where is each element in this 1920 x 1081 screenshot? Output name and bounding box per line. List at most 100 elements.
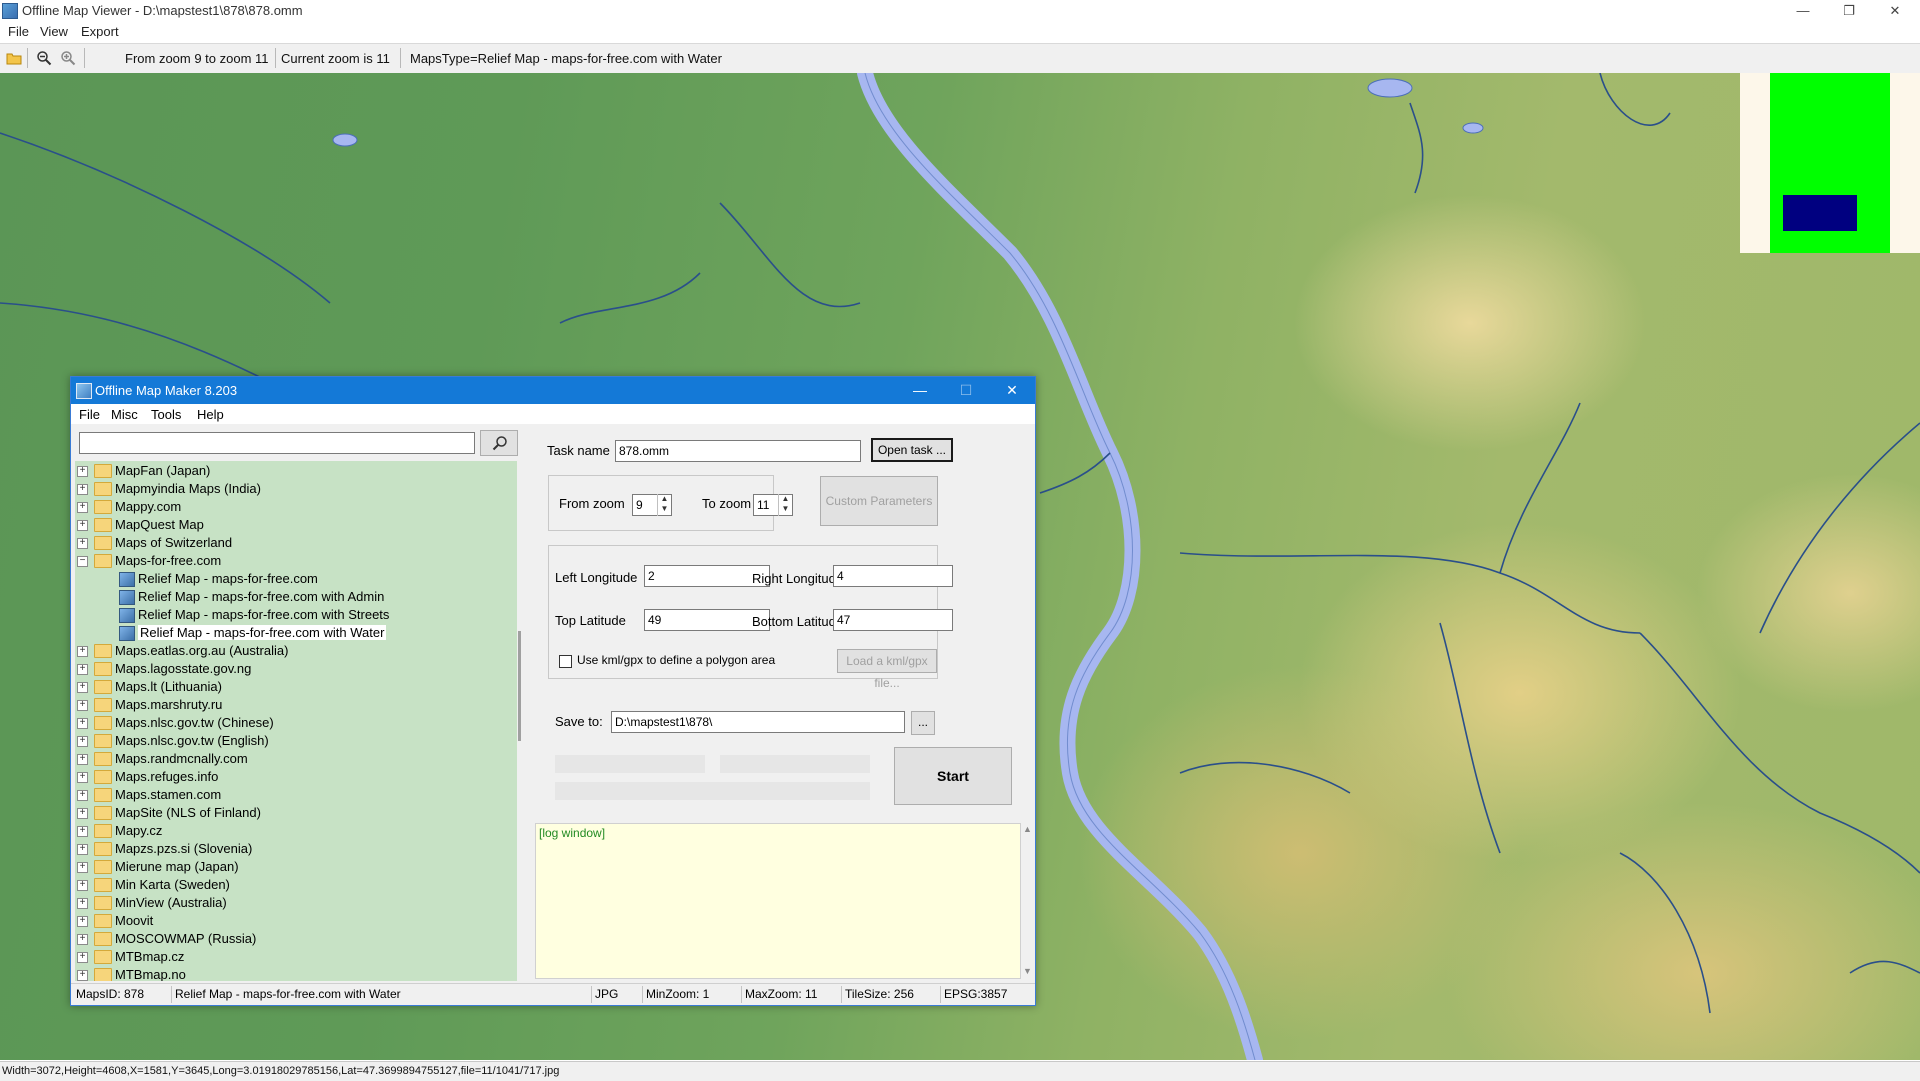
to-zoom-label: To zoom bbox=[702, 496, 752, 511]
tree-item-label: Maps.refuges.info bbox=[115, 769, 219, 784]
zoom-in-icon[interactable] bbox=[60, 50, 76, 66]
dialog-titlebar: Offline Map Maker 8.203 — ☐ ✕ bbox=[71, 377, 1035, 404]
right-longitude-input[interactable]: 4 bbox=[833, 565, 953, 587]
task-name-label: Task name bbox=[547, 443, 610, 458]
dialog-maximize-button[interactable]: ☐ bbox=[943, 377, 989, 404]
overview-minimap[interactable] bbox=[1740, 73, 1920, 253]
expand-icon[interactable]: + bbox=[77, 718, 88, 729]
folder-icon bbox=[94, 860, 112, 874]
expand-icon[interactable]: + bbox=[77, 808, 88, 819]
expand-icon[interactable]: + bbox=[77, 952, 88, 963]
dialog-app-icon bbox=[76, 383, 92, 399]
bottom-latitude-input[interactable]: 47 bbox=[833, 609, 953, 631]
tree-item-label: Maps.marshruty.ru bbox=[115, 697, 223, 712]
tree-item-label: Relief Map - maps-for-free.com with Wate… bbox=[138, 625, 387, 640]
lake bbox=[1367, 78, 1413, 98]
tree-item-label: Maps.nlsc.gov.tw (Chinese) bbox=[115, 715, 274, 730]
log-scrollbar[interactable]: ▲ ▼ bbox=[1021, 823, 1034, 979]
maps-tree[interactable]: + MapFan (Japan) + Mapmyindia Maps (India) +… bbox=[75, 461, 517, 981]
spin-up-icon[interactable]: ▲ bbox=[779, 494, 792, 504]
expand-icon[interactable]: + bbox=[77, 898, 88, 909]
to-zoom-input[interactable]: 11 ▲ ▼ bbox=[753, 494, 793, 516]
expand-icon[interactable]: + bbox=[77, 700, 88, 711]
expand-icon[interactable]: + bbox=[77, 790, 88, 801]
left-longitude-label: Left Longitude bbox=[555, 570, 638, 585]
folder-icon bbox=[94, 716, 112, 730]
expand-icon[interactable]: + bbox=[77, 970, 88, 981]
status-tile-size: TileSize: 256 bbox=[845, 987, 914, 1001]
scroll-down-icon[interactable]: ▼ bbox=[1023, 966, 1032, 976]
expand-icon[interactable]: + bbox=[77, 484, 88, 495]
maximize-button[interactable]: ❐ bbox=[1826, 0, 1872, 22]
folder-icon bbox=[94, 644, 112, 658]
kml-checkbox[interactable] bbox=[559, 655, 572, 668]
folder-icon bbox=[94, 788, 112, 802]
menu-file[interactable]: File bbox=[8, 24, 29, 39]
dialog-title: Offline Map Maker 8.203 bbox=[95, 383, 238, 398]
browse-button[interactable]: ... bbox=[911, 711, 935, 735]
expand-icon[interactable]: + bbox=[77, 880, 88, 891]
folder-icon bbox=[94, 896, 112, 910]
expand-icon[interactable]: + bbox=[77, 826, 88, 837]
tree-scrollbar[interactable] bbox=[517, 461, 523, 981]
open-task-button[interactable]: Open task ... bbox=[871, 438, 953, 462]
expand-icon[interactable]: + bbox=[77, 664, 88, 675]
zoom-out-icon[interactable] bbox=[36, 50, 52, 66]
expand-icon[interactable]: + bbox=[77, 538, 88, 549]
dialog-minimize-button[interactable]: — bbox=[897, 377, 943, 404]
spin-down-icon[interactable]: ▼ bbox=[779, 504, 792, 514]
to-zoom-spinner[interactable]: ▲ ▼ bbox=[778, 494, 792, 516]
folder-icon bbox=[94, 752, 112, 766]
tree-item-label: Mapzs.pzs.si (Slovenia) bbox=[115, 841, 253, 856]
scroll-up-icon[interactable]: ▲ bbox=[1023, 824, 1032, 834]
expand-icon[interactable]: + bbox=[77, 682, 88, 693]
menu-view[interactable]: View bbox=[40, 24, 68, 39]
tree-item-label: MapFan (Japan) bbox=[115, 463, 211, 478]
map-layer-icon bbox=[119, 572, 135, 587]
spin-down-icon[interactable]: ▼ bbox=[658, 504, 671, 514]
close-button[interactable]: ✕ bbox=[1872, 0, 1918, 22]
tree-scrollbar-thumb[interactable] bbox=[518, 631, 521, 741]
dialog-menu-misc[interactable]: Misc bbox=[111, 407, 138, 422]
log-window[interactable]: [log window] bbox=[535, 823, 1021, 979]
start-button[interactable]: Start bbox=[894, 747, 1012, 805]
minimap-viewport[interactable] bbox=[1783, 195, 1857, 231]
map-layer-icon bbox=[119, 590, 135, 605]
collapse-icon[interactable]: − bbox=[77, 556, 88, 567]
expand-icon[interactable]: + bbox=[77, 844, 88, 855]
progress-bar bbox=[555, 782, 870, 800]
map-search-input[interactable] bbox=[79, 432, 475, 454]
expand-icon[interactable]: + bbox=[77, 916, 88, 927]
from-zoom-input[interactable]: 9 ▲ ▼ bbox=[632, 494, 672, 516]
folder-icon bbox=[94, 536, 112, 550]
bottom-latitude-label: Bottom Latitude bbox=[752, 614, 844, 629]
expand-icon[interactable]: + bbox=[77, 520, 88, 531]
status-separator bbox=[171, 986, 172, 1003]
spin-up-icon[interactable]: ▲ bbox=[658, 494, 671, 504]
tree-item-label: Moovit bbox=[115, 913, 154, 928]
dialog-menu-tools[interactable]: Tools bbox=[151, 407, 181, 422]
load-kml-button[interactable]: Load a kml/gpx file... bbox=[837, 649, 937, 690]
expand-icon[interactable]: + bbox=[77, 646, 88, 657]
expand-icon[interactable]: + bbox=[77, 502, 88, 513]
task-name-input[interactable]: 878.omm bbox=[615, 440, 861, 462]
expand-icon[interactable]: + bbox=[77, 934, 88, 945]
dialog-close-button[interactable]: ✕ bbox=[989, 377, 1035, 404]
dialog-menu-help[interactable]: Help bbox=[197, 407, 224, 422]
search-button[interactable] bbox=[480, 430, 518, 456]
expand-icon[interactable]: + bbox=[77, 862, 88, 873]
from-zoom-spinner[interactable]: ▲ ▼ bbox=[657, 494, 671, 516]
tree-item-label: MinView (Australia) bbox=[115, 895, 227, 910]
save-to-input[interactable]: D:\mapstest1\878\ bbox=[611, 711, 905, 733]
map-maker-dialog: Offline Map Maker 8.203 — ☐ ✕ File Misc … bbox=[70, 376, 1036, 1006]
custom-parameters-button[interactable]: Custom Parameters bbox=[820, 476, 938, 526]
top-latitude-label: Top Latitude bbox=[555, 613, 626, 628]
expand-icon[interactable]: + bbox=[77, 754, 88, 765]
expand-icon[interactable]: + bbox=[77, 736, 88, 747]
menu-export[interactable]: Export bbox=[81, 24, 119, 39]
expand-icon[interactable]: + bbox=[77, 466, 88, 477]
dialog-menu-file[interactable]: File bbox=[79, 407, 100, 422]
expand-icon[interactable]: + bbox=[77, 772, 88, 783]
minimize-button[interactable]: — bbox=[1780, 0, 1826, 22]
open-folder-icon[interactable] bbox=[6, 50, 22, 66]
